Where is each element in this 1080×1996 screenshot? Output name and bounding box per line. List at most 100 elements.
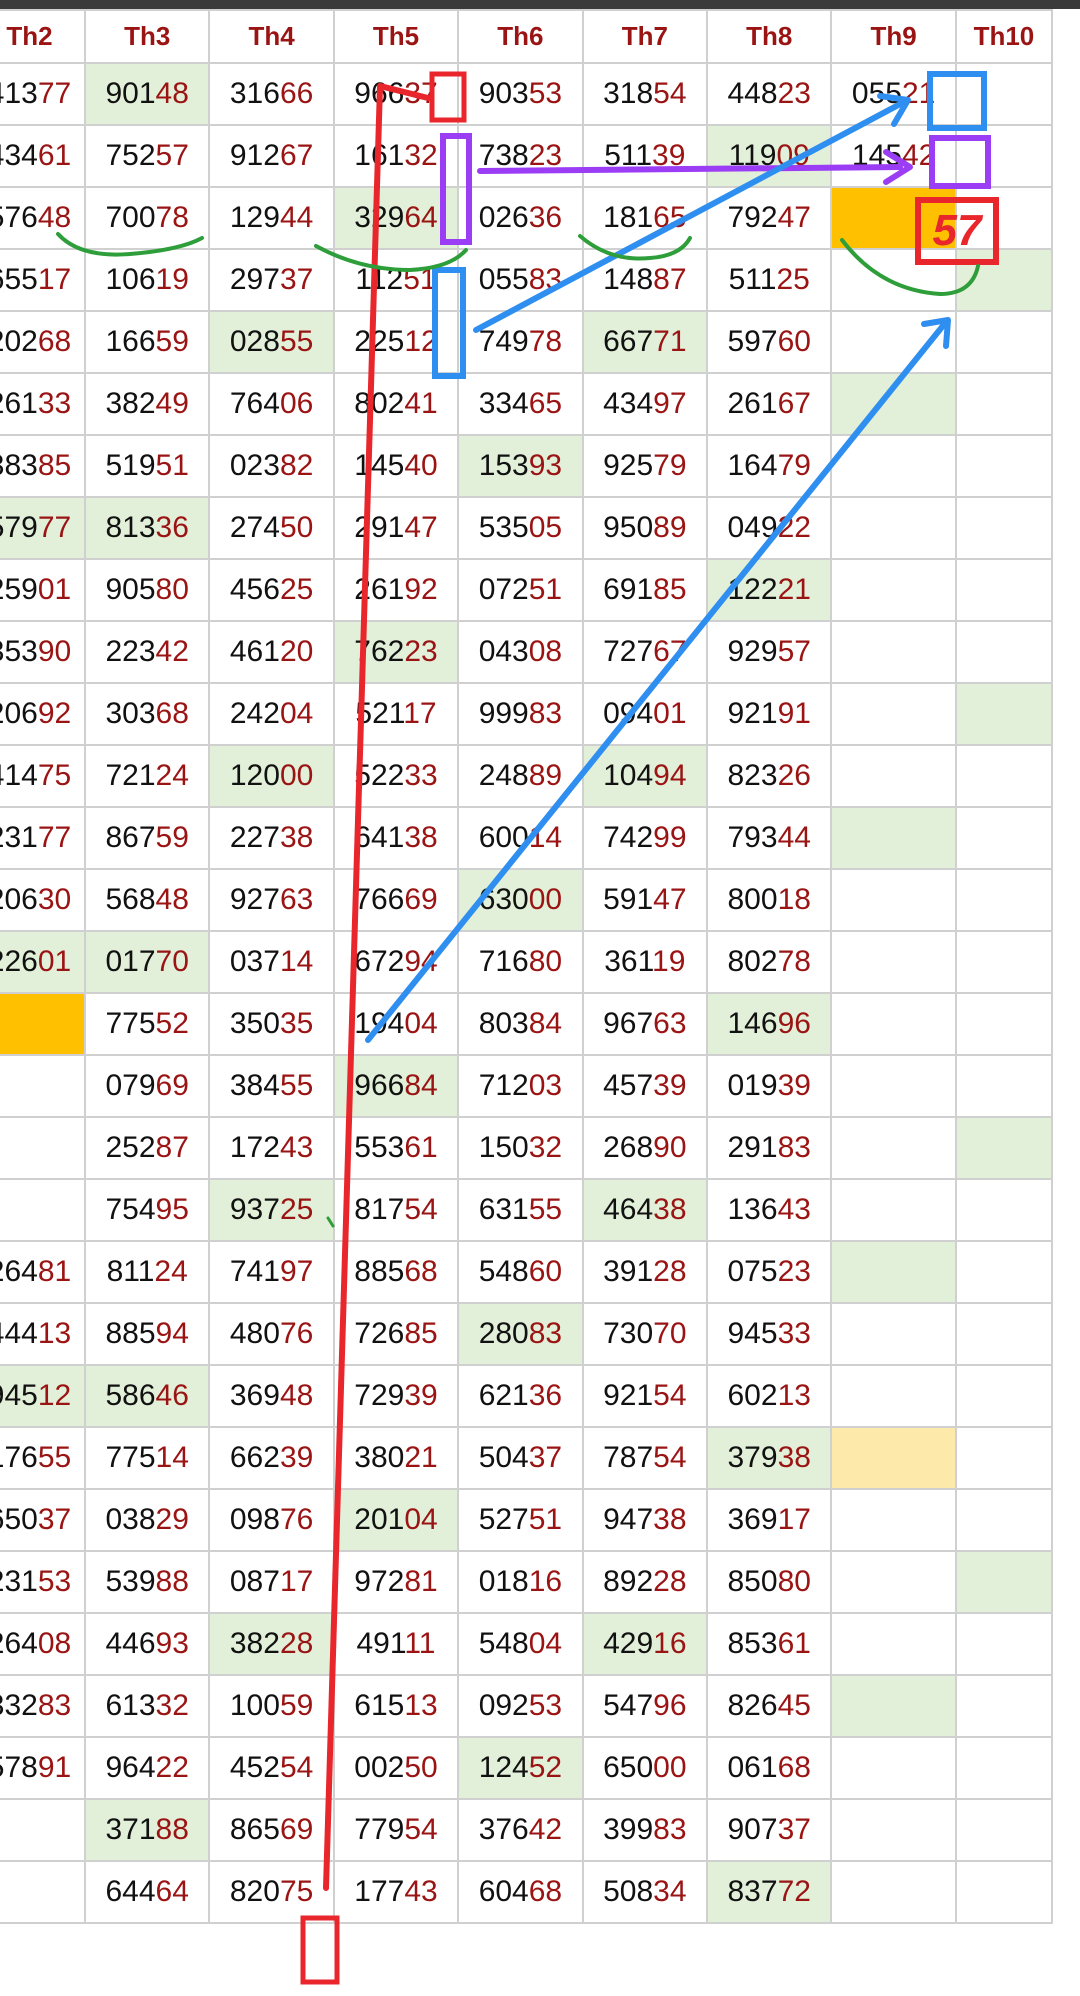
table-cell: 41475: [0, 744, 86, 808]
cell-leading-digits: 384: [229, 1069, 280, 1102]
cell-last-two-digits: 63: [279, 883, 314, 916]
table-cell: 67294: [332, 930, 460, 994]
table-cell: 07523: [706, 1240, 833, 1304]
table-cell: 74978: [457, 310, 584, 374]
cell-last-two-digits: 05: [528, 511, 563, 544]
table-row: 38385519510238214540153939257916479: [0, 434, 1054, 498]
cell-leading-digits: 444: [0, 1317, 38, 1350]
cell-leading-digits: 166: [105, 325, 156, 358]
cell-last-two-digits: 25: [776, 263, 810, 296]
cell-leading-digits: 100: [229, 1689, 280, 1722]
table-cell: 07969: [83, 1054, 211, 1118]
table-cell: [954, 1550, 1054, 1614]
table-cell: 14887: [581, 248, 709, 312]
header-row: Th2 Th3 Th4 Th5 Th6 Th7 Th8 Th9 Th10: [0, 9, 1054, 64]
cell-last-two-digits: 47: [653, 883, 687, 916]
cell-last-two-digits: 51: [403, 263, 437, 296]
cell-last-two-digits: 22: [777, 511, 811, 544]
cell-leading-digits: 641: [354, 821, 405, 854]
table-cell: 75495: [83, 1178, 211, 1242]
table-cell: 74299: [581, 806, 709, 870]
table-cell: [954, 744, 1054, 808]
cell-last-two-digits: 38: [404, 821, 438, 854]
cell-last-two-digits: 38: [653, 1503, 687, 1536]
cell-last-two-digits: 22: [155, 1751, 189, 1784]
table-cell: 16132: [332, 124, 460, 188]
cell-leading-digits: 945: [0, 1379, 38, 1412]
table-cell: 63000: [457, 868, 584, 932]
cell-last-two-digits: 88: [155, 1565, 189, 1598]
table-cell: [830, 496, 957, 560]
table-cell: 22512: [332, 310, 460, 374]
table-cell: 94533: [706, 1302, 833, 1366]
cell-last-two-digits: 92: [37, 697, 72, 730]
table-cell: 59760: [706, 310, 833, 374]
cell-leading-digits: 201: [354, 1503, 405, 1536]
cell-leading-digits: 145: [354, 449, 405, 482]
table-cell: 33465: [457, 372, 584, 436]
table-cell: 72685: [332, 1302, 460, 1366]
table-cell: 90148: [83, 62, 211, 126]
cell-last-two-digits: 80: [777, 1565, 811, 1598]
table-cell: [830, 620, 957, 684]
table-cell: 52751: [457, 1488, 584, 1552]
table-cell: [954, 558, 1054, 622]
table-cell: 24889: [457, 744, 584, 808]
table-cell: 04308: [457, 620, 584, 684]
cell-last-two-digits: 59: [155, 325, 189, 358]
cell-last-two-digits: 97: [279, 1255, 314, 1288]
table-cell: 10494: [581, 744, 709, 808]
cell-last-two-digits: 48: [279, 1379, 314, 1412]
cell-last-two-digits: 00: [279, 759, 314, 792]
table-cell: 76669: [332, 868, 460, 932]
table-row: 64464 82075 17743 60468 50834 83772: [0, 1860, 1054, 1924]
cell-last-two-digits: 00: [528, 883, 563, 916]
table-cell: 17743: [332, 1860, 460, 1924]
cell-leading-digits: 153: [478, 449, 529, 482]
cell-last-two-digits: 03: [528, 1069, 563, 1102]
table-cell: 52117: [332, 682, 460, 746]
cell-last-two-digits: 41: [404, 387, 438, 420]
cell-last-two-digits: 37: [777, 1813, 811, 1846]
cell-last-two-digits: 63: [653, 1007, 687, 1040]
table-cell: [954, 1240, 1054, 1304]
table-cell: 15032: [457, 1116, 584, 1180]
cell-last-two-digits: 67: [279, 139, 314, 172]
table-cell: 14542: [830, 124, 957, 188]
table-cell: 41377: [0, 62, 86, 126]
table-cell: 93725: [208, 1178, 335, 1242]
cell-leading-digits: 055: [478, 263, 529, 296]
table-row: 4346175257912671613273823511391190914542: [0, 124, 1054, 188]
table-cell: 72124: [83, 744, 211, 808]
cell-leading-digits: 775: [105, 1007, 156, 1040]
cell-last-two-digits: 18: [777, 883, 811, 916]
cell-last-two-digits: 16: [528, 1565, 563, 1598]
table-cell: 66239: [208, 1426, 335, 1490]
cell-leading-digits: 202: [0, 325, 38, 358]
table-cell: 82645: [706, 1674, 833, 1738]
table-row: 57891964224525400250124526500006168: [0, 1736, 1054, 1800]
cell-last-two-digits: 34: [653, 1875, 687, 1908]
table-cell: 37188: [83, 1798, 211, 1862]
cell-last-two-digits: 66: [279, 77, 314, 110]
cell-leading-digits: 122: [727, 573, 778, 606]
table-cell: 18165: [581, 186, 709, 250]
table-cell: 20104: [332, 1488, 460, 1552]
table-row: 41475721241200052233248891049482326: [0, 744, 1054, 808]
cell-last-two-digits: 42: [155, 635, 189, 668]
cell-leading-digits: 591: [603, 883, 654, 916]
table-cell: 80018: [706, 868, 833, 932]
cell-leading-digits: 316: [229, 77, 280, 110]
table-cell: 28083: [457, 1302, 584, 1366]
cell-last-two-digits: 59: [279, 1689, 314, 1722]
cell-leading-digits: 456: [229, 573, 280, 606]
cell-leading-digits: 553: [354, 1131, 405, 1164]
cell-leading-digits: 865: [229, 1813, 280, 1846]
cell-leading-digits: 967: [603, 1007, 654, 1040]
cell-last-two-digits: 45: [777, 1689, 811, 1722]
cell-last-two-digits: 53: [528, 1689, 563, 1722]
table-cell: 56848: [83, 868, 211, 932]
table-cell: 20630: [0, 868, 86, 932]
table-row: 20268166590285522512749786677159760: [0, 310, 1054, 374]
cell-last-two-digits: 54: [653, 1379, 687, 1412]
